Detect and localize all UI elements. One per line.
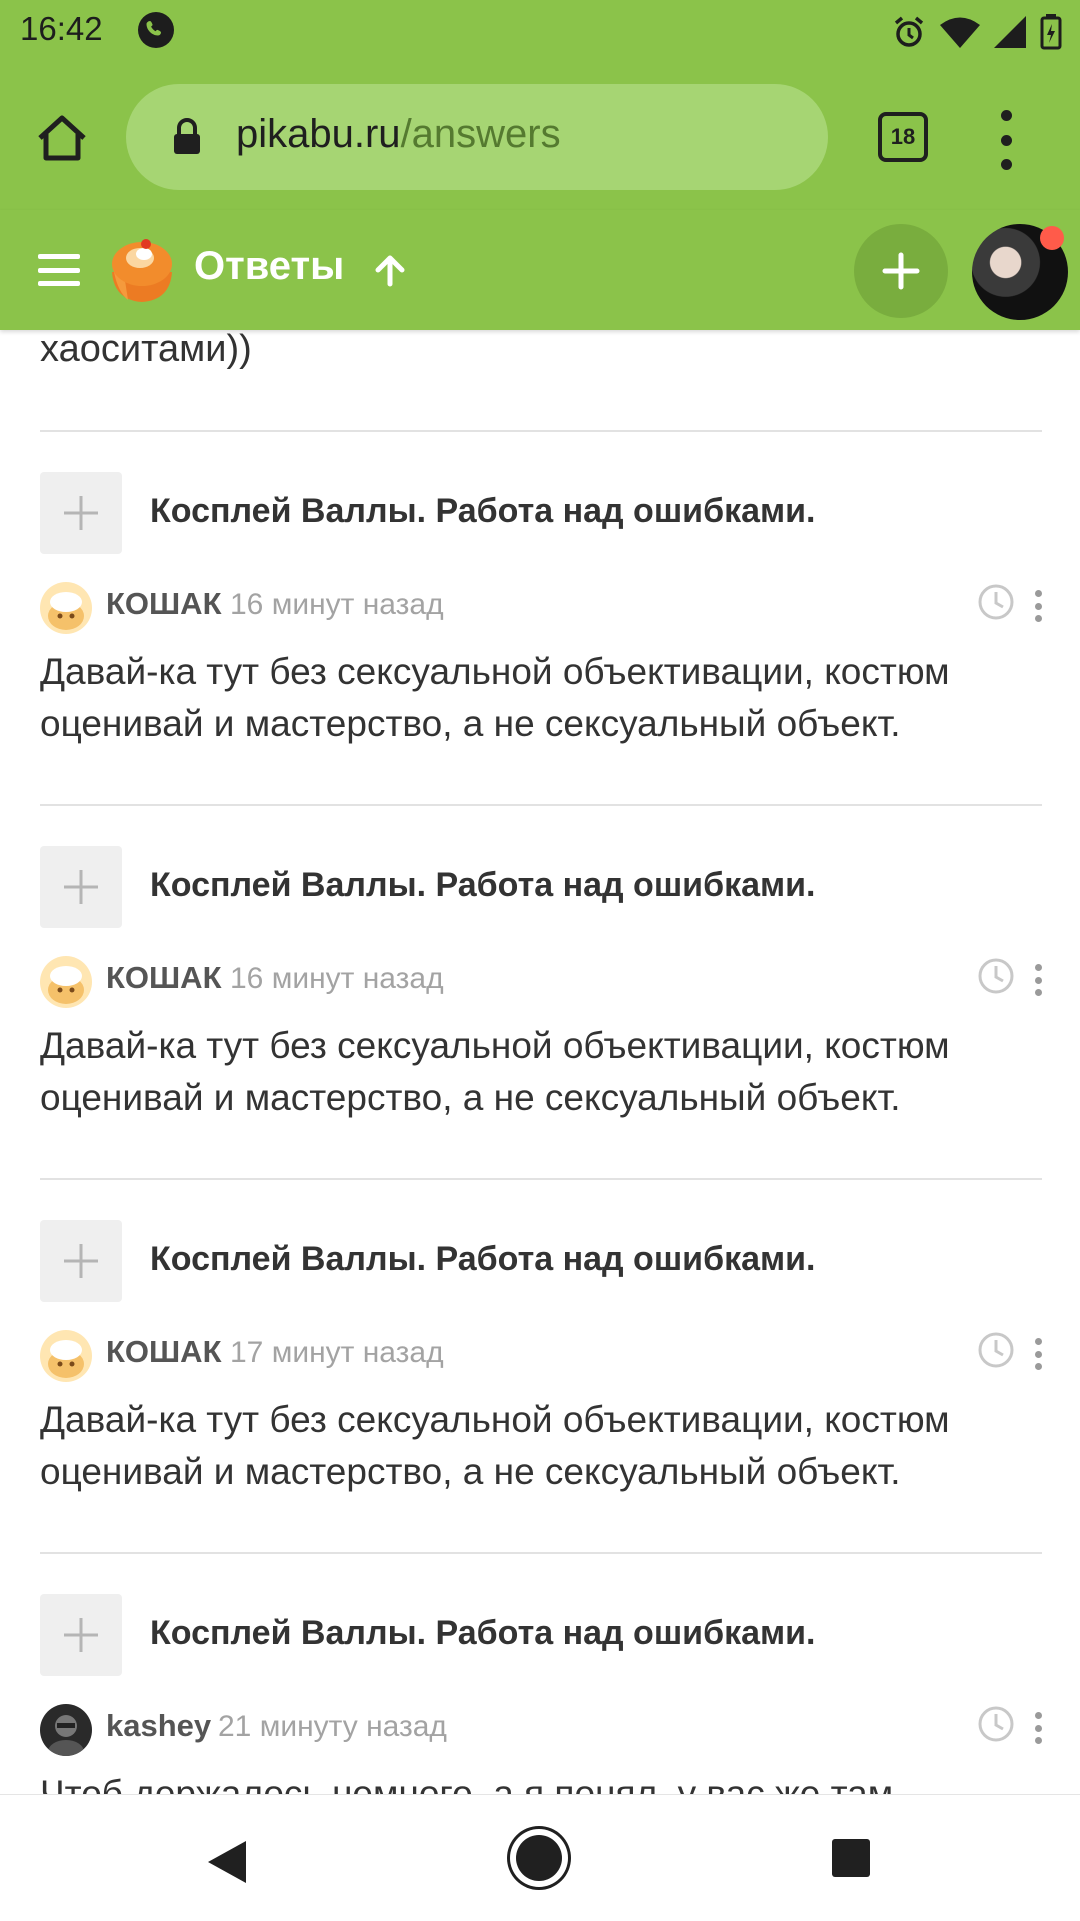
menu-icon[interactable] [38, 254, 80, 286]
plus-icon [64, 496, 98, 530]
commenter-avatar[interactable] [40, 956, 92, 1008]
url-bar[interactable]: pikabu.ru/answers [126, 84, 828, 190]
more-options-icon[interactable] [1035, 1338, 1043, 1370]
up-arrow-icon[interactable] [372, 252, 408, 288]
comment-time[interactable]: 16 минут назад [230, 962, 444, 996]
expand-button[interactable] [40, 846, 122, 928]
battery-icon [1040, 14, 1062, 50]
browser-toolbar: pikabu.ru/answers 18 [0, 64, 1080, 210]
system-nav-bar [0, 1794, 1080, 1921]
add-post-button[interactable] [854, 224, 948, 318]
plus-icon [882, 252, 920, 290]
answers-list: хаоситами)) Косплей Валлы. Работа над ош… [0, 330, 1080, 1794]
post-title-link[interactable]: Косплей Валлы. Работа над ошибками. [150, 866, 816, 905]
commenter-avatar[interactable] [40, 582, 92, 634]
comment-text: Чтоб держалось немного, а я понял, у вас… [40, 1773, 894, 1794]
more-options-icon[interactable] [1035, 590, 1043, 622]
divider [40, 430, 1042, 432]
commenter-avatar[interactable] [40, 1330, 92, 1382]
more-options-icon[interactable] [1035, 964, 1043, 996]
comment-time[interactable]: 16 минут назад [230, 588, 444, 622]
clock-icon[interactable] [976, 956, 1016, 996]
answer-item: Косплей Валлы. Работа над ошибками. КОША… [0, 472, 1080, 848]
status-time: 16:42 [20, 10, 103, 47]
plus-icon [64, 1244, 98, 1278]
commenter-avatar[interactable] [40, 1704, 92, 1756]
home-nav-icon[interactable] [516, 1835, 562, 1881]
comment-time[interactable]: 21 минуту назад [218, 1710, 447, 1744]
status-bar: 16:42 [0, 0, 1080, 64]
url-host: pikabu.ru [236, 112, 401, 156]
tab-switcher-button[interactable]: 18 [878, 112, 928, 162]
url-path: /answers [400, 112, 561, 156]
more-icon[interactable] [998, 110, 1014, 170]
plus-icon [64, 870, 98, 904]
lock-icon [174, 118, 200, 154]
post-title-link[interactable]: Косплей Валлы. Работа над ошибками. [150, 492, 816, 531]
commenter-name[interactable]: КОШАК [106, 1334, 222, 1370]
url-text[interactable]: pikabu.ru/answers [236, 112, 561, 157]
expand-button[interactable] [40, 472, 122, 554]
answer-item: Косплей Валлы. Работа над ошибками. КОША… [0, 1220, 1080, 1596]
more-options-icon[interactable] [1035, 1712, 1043, 1744]
divider [40, 1178, 1042, 1180]
comment-text: Давай-ка тут без сексуальной объективаци… [40, 1025, 950, 1118]
comment-text: Давай-ка тут без сексуальной объективаци… [40, 651, 950, 744]
commenter-name[interactable]: КОШАК [106, 586, 222, 622]
clock-icon[interactable] [976, 582, 1016, 622]
phone-icon [138, 12, 174, 48]
expand-button[interactable] [40, 1220, 122, 1302]
commenter-name[interactable]: kashey [106, 1708, 211, 1744]
app-header: Ответы [0, 210, 1080, 330]
back-icon[interactable] [206, 1839, 248, 1885]
notification-dot [1040, 226, 1064, 250]
page-title: Ответы [194, 244, 345, 288]
expand-button[interactable] [40, 1594, 122, 1676]
divider [40, 804, 1042, 806]
home-icon[interactable] [34, 110, 90, 166]
plus-icon [64, 1618, 98, 1652]
post-title-link[interactable]: Косплей Валлы. Работа над ошибками. [150, 1240, 816, 1279]
partial-comment-text: хаоситами)) [40, 330, 252, 370]
divider [40, 1552, 1042, 1554]
wifi-icon [940, 17, 980, 48]
recent-apps-icon[interactable] [832, 1839, 870, 1877]
signal-icon [994, 16, 1026, 48]
answer-item: Косплей Валлы. Работа над ошибками. kash… [0, 1594, 1080, 1794]
clock-icon[interactable] [976, 1704, 1016, 1744]
clock-icon[interactable] [976, 1330, 1016, 1370]
status-icons [892, 14, 1062, 50]
pikabu-logo[interactable] [104, 234, 180, 306]
commenter-name[interactable]: КОШАК [106, 960, 222, 996]
alarm-icon [894, 16, 924, 47]
answer-item: Косплей Валлы. Работа над ошибками. КОША… [0, 846, 1080, 1222]
post-title-link[interactable]: Косплей Валлы. Работа над ошибками. [150, 1614, 816, 1653]
comment-time[interactable]: 17 минут назад [230, 1336, 444, 1370]
comment-text: Давай-ка тут без сексуальной объективаци… [40, 1399, 950, 1492]
